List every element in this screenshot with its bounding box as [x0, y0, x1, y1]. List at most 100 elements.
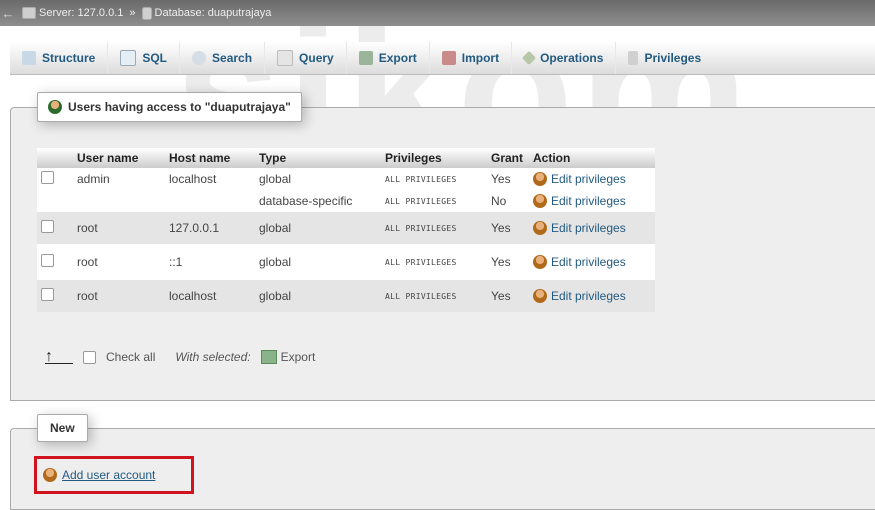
- export-selected-button[interactable]: Export: [260, 350, 316, 364]
- cell-privileges: ALL PRIVILEGES: [381, 212, 487, 244]
- breadcrumb-database[interactable]: Database: duaputrajaya: [155, 7, 272, 19]
- back-arrow-icon[interactable]: ←: [0, 0, 16, 26]
- cell-privileges: ALL PRIVILEGES: [381, 244, 487, 280]
- structure-icon: [22, 51, 36, 65]
- edit-privileges-label: Edit privileges: [551, 172, 626, 186]
- edit-privileges-link[interactable]: Edit privileges: [533, 289, 651, 303]
- cell-user: root: [73, 212, 165, 244]
- row-checkbox[interactable]: [41, 220, 54, 233]
- table-row: root localhost global ALL PRIVILEGES Yes…: [37, 280, 655, 312]
- edit-privileges-icon: [533, 289, 547, 303]
- tab-label: Export: [378, 51, 417, 65]
- breadcrumb: ← Server: 127.0.0.1 » Database: duaputra…: [0, 0, 875, 26]
- main-tabs: Structure SQL Search Query Export Import…: [10, 42, 875, 75]
- row-checkbox[interactable]: [41, 288, 54, 301]
- table-row: root ::1 global ALL PRIVILEGES Yes Edit …: [37, 244, 655, 280]
- row-checkbox[interactable]: [41, 171, 54, 184]
- table-row: admin localhost global ALL PRIVILEGES Ye…: [37, 168, 655, 190]
- cell-type: global: [255, 244, 381, 280]
- cell-user: [73, 190, 165, 212]
- tab-label: Search: [212, 51, 253, 65]
- search-icon: [192, 51, 207, 65]
- tab-label: Privileges: [644, 51, 702, 65]
- edit-privileges-label: Edit privileges: [551, 289, 626, 303]
- cell-type: global: [255, 168, 381, 190]
- tab-label: Query: [299, 51, 334, 65]
- cell-user: root: [73, 280, 165, 312]
- table-row: database-specific ALL PRIVILEGES No Edit…: [37, 190, 655, 212]
- table-footer: ↑ Check all With selected: Export: [45, 348, 316, 364]
- database-icon: [141, 6, 152, 20]
- tab-operations[interactable]: Operations: [512, 42, 617, 74]
- column-header-grant[interactable]: Grant: [487, 148, 529, 168]
- server-icon: [22, 7, 36, 19]
- cell-grant: Yes: [487, 280, 529, 312]
- operations-icon: [522, 50, 537, 66]
- table-row: root 127.0.0.1 global ALL PRIVILEGES Yes…: [37, 212, 655, 244]
- export-icon: [260, 350, 277, 364]
- add-user-account-link[interactable]: Add user account: [34, 456, 194, 494]
- edit-privileges-link[interactable]: Edit privileges: [533, 221, 651, 235]
- column-header-host[interactable]: Host name: [165, 148, 255, 168]
- tab-structure[interactable]: Structure: [10, 42, 109, 74]
- tab-label: Import: [461, 51, 500, 65]
- cell-user: admin: [73, 168, 165, 190]
- privileges-icon: [628, 51, 639, 65]
- cell-host: [165, 190, 255, 212]
- check-all-label[interactable]: Check all: [106, 350, 155, 364]
- users-legend-text: Users having access to "duaputrajaya": [68, 100, 291, 114]
- cell-host: localhost: [165, 168, 255, 190]
- cell-grant: Yes: [487, 168, 529, 190]
- add-user-account-label: Add user account: [62, 468, 156, 482]
- new-legend: New: [37, 414, 88, 442]
- cell-host: localhost: [165, 280, 255, 312]
- edit-privileges-icon: [533, 221, 547, 235]
- tab-export[interactable]: Export: [347, 42, 430, 74]
- with-selected-label: With selected:: [175, 350, 251, 364]
- cell-privileges: ALL PRIVILEGES: [381, 168, 487, 190]
- cell-type: global: [255, 280, 381, 312]
- cell-user: root: [73, 244, 165, 280]
- edit-privileges-icon: [533, 194, 547, 208]
- tab-import[interactable]: Import: [430, 42, 513, 74]
- cell-type: database-specific: [255, 190, 381, 212]
- cell-grant: No: [487, 190, 529, 212]
- tab-privileges[interactable]: Privileges: [616, 42, 713, 74]
- breadcrumb-server[interactable]: Server: 127.0.0.1: [39, 7, 123, 19]
- edit-privileges-icon: [533, 172, 547, 186]
- cell-grant: Yes: [487, 244, 529, 280]
- tab-label: Structure: [42, 51, 96, 65]
- cell-privileges: ALL PRIVILEGES: [381, 190, 487, 212]
- cell-privileges: ALL PRIVILEGES: [381, 280, 487, 312]
- column-header-type[interactable]: Type: [255, 148, 381, 168]
- column-header-user[interactable]: User name: [73, 148, 165, 168]
- edit-privileges-label: Edit privileges: [551, 221, 626, 235]
- tab-label: Operations: [540, 51, 604, 65]
- import-icon: [441, 51, 456, 65]
- users-legend: Users having access to "duaputrajaya": [37, 92, 302, 122]
- column-header-action: Action: [529, 148, 655, 168]
- edit-privileges-icon: [533, 255, 547, 269]
- tab-sql[interactable]: SQL: [108, 42, 181, 74]
- row-checkbox[interactable]: [41, 254, 54, 267]
- tab-label: SQL: [142, 51, 168, 65]
- column-header-select: [37, 148, 73, 168]
- tab-query[interactable]: Query: [265, 42, 347, 74]
- column-header-privileges[interactable]: Privileges: [381, 148, 487, 168]
- breadcrumb-separator-icon: »: [129, 7, 136, 19]
- export-icon: [358, 51, 373, 65]
- users-table: User name Host name Type Privileges Gran…: [37, 148, 655, 312]
- cell-host: ::1: [165, 244, 255, 280]
- add-user-icon: [43, 468, 57, 482]
- edit-privileges-link[interactable]: Edit privileges: [533, 172, 651, 186]
- cell-grant: Yes: [487, 212, 529, 244]
- new-legend-text: New: [50, 421, 75, 435]
- edit-privileges-link[interactable]: Edit privileges: [533, 255, 651, 269]
- cell-host: 127.0.0.1: [165, 212, 255, 244]
- edit-privileges-link[interactable]: Edit privileges: [533, 194, 651, 208]
- check-all-checkbox[interactable]: [83, 350, 96, 364]
- export-selected-label: Export: [280, 350, 316, 364]
- edit-privileges-label: Edit privileges: [551, 255, 626, 269]
- tab-search[interactable]: Search: [180, 42, 266, 74]
- sql-icon: [120, 50, 137, 66]
